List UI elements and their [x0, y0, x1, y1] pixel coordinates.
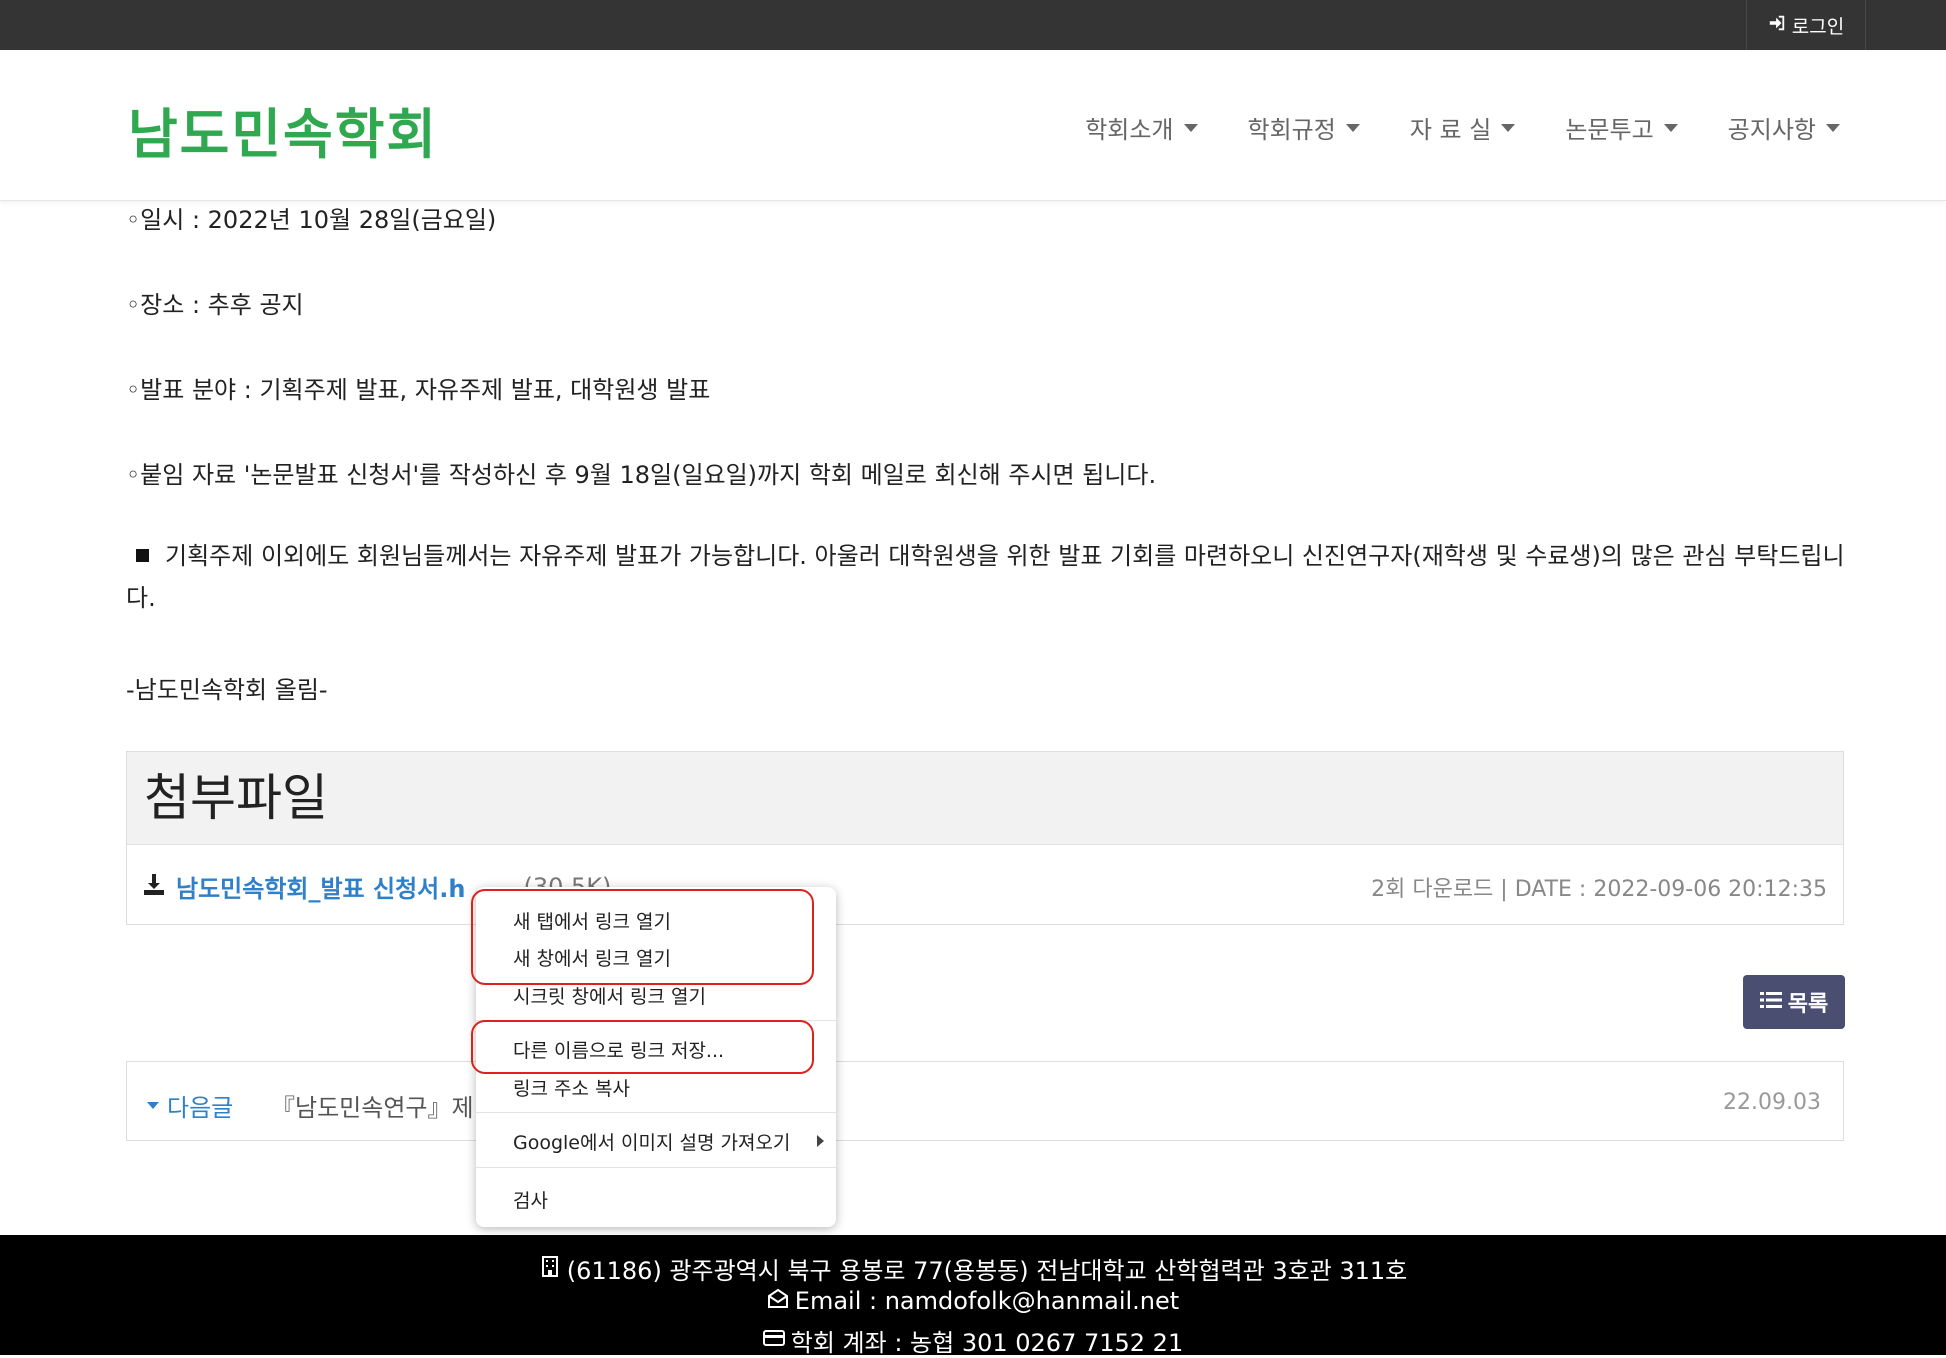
site-footer: (61186) 광주광역시 북구 용봉로 77(용봉동) 전남대학교 산학협력관… [0, 1235, 1946, 1358]
file-meta: 2회 다운로드 | DATE : 2022-09-06 20:12:35 [1371, 877, 1827, 902]
square-bullet-icon [136, 549, 149, 562]
next-post-box: 다음글 『남도민속연구』제 22.09.03 [126, 1061, 1844, 1141]
footer-email-text: Email : namdofolk@hanmail.net [794, 1287, 1180, 1315]
attach-line: ◦붙임 자료 '논문발표 신청서'를 작성하신 후 9월 18일(일요일)까지 … [126, 461, 1157, 489]
file-name: 남도민속학회_발표 신청서.h [176, 875, 466, 903]
place-line: ◦장소 : 추후 공지 [126, 291, 304, 319]
notice-paragraph: 기획주제 이외에도 회원님들께서는 자유주제 발표가 가능합니다. 아울러 대학… [126, 535, 1846, 619]
envelope-open-icon [767, 1287, 789, 1315]
nav-label: 논문투고 [1565, 116, 1654, 144]
ctx-separator [476, 1167, 836, 1168]
attachment-box: 첨부파일 남도민속학회_발표 신청서.h (30.5K) 2회 다운로드 | D… [126, 751, 1844, 925]
nav-label: 학회규정 [1247, 116, 1336, 144]
list-button-label: 목록 [1787, 992, 1829, 1017]
footer-address-text: (61186) 광주광역시 북구 용봉로 77(용봉동) 전남대학교 산학협력관… [566, 1257, 1408, 1285]
site-logo[interactable]: 남도민속학회 [128, 90, 438, 169]
nav-label: 자 료 실 [1409, 116, 1492, 144]
date-line: ◦일시 : 2022년 10월 28일(금요일) [126, 206, 497, 234]
caret-down-icon [1183, 123, 1198, 132]
next-post-date: 22.09.03 [1723, 1090, 1821, 1115]
next-post-label[interactable]: 다음글 [147, 1088, 233, 1123]
caret-down-icon [1345, 123, 1360, 132]
highlight-box-open-options [471, 889, 814, 985]
caret-down-icon [1826, 123, 1840, 132]
notice-text: 기획주제 이외에도 회원님들께서는 자유주제 발표가 가능합니다. 아울러 대학… [126, 542, 1845, 612]
nav-item-about[interactable]: 학회소개 [1085, 110, 1198, 145]
top-bar: 로그인 [0, 0, 1946, 50]
next-post-title[interactable]: 『남도민속연구』제 [271, 1088, 474, 1123]
footer-email: Email : namdofolk@hanmail.net [0, 1287, 1946, 1315]
ctx-separator [476, 1112, 836, 1113]
caret-down-icon [1663, 123, 1678, 132]
caret-down-icon [147, 1102, 159, 1109]
list-icon [1759, 990, 1782, 1015]
login-button[interactable]: 로그인 [1746, 0, 1866, 50]
building-icon [539, 1255, 561, 1283]
ctx-open-incognito[interactable]: 시크릿 창에서 링크 열기 [513, 982, 706, 1009]
main-nav: 학회소개 학회규정 자 료 실 논문투고 공지사항 [1035, 110, 1840, 145]
sign-in-icon [1768, 14, 1786, 37]
nav-label: 공지사항 [1727, 116, 1816, 144]
ctx-copy-link[interactable]: 링크 주소 복사 [513, 1074, 630, 1101]
nav-item-submission[interactable]: 논문투고 [1565, 110, 1678, 145]
footer-account: 학회 계좌 : 농협 301 0267 7152 21 [0, 1323, 1946, 1358]
footer-account-text: 학회 계좌 : 농협 301 0267 7152 21 [790, 1329, 1184, 1357]
nav-label: 학회소개 [1085, 116, 1174, 144]
site-header: 남도민속학회 학회소개 학회규정 자 료 실 논문투고 공지사항 [0, 50, 1946, 201]
ctx-inspect[interactable]: 검사 [513, 1186, 548, 1213]
credit-card-icon [762, 1327, 785, 1355]
caret-down-icon [1501, 123, 1516, 132]
footer-address: (61186) 광주광역시 북구 용봉로 77(용봉동) 전남대학교 산학협력관… [0, 1251, 1946, 1286]
submenu-arrow-icon [817, 1135, 824, 1147]
download-icon [142, 872, 166, 902]
nav-item-archive[interactable]: 자 료 실 [1410, 110, 1516, 145]
next-post-label-text: 다음글 [167, 1094, 234, 1122]
signature: -남도민속학회 올림- [126, 676, 328, 704]
ctx-google-image-description[interactable]: Google에서 이미지 설명 가져오기 [513, 1128, 790, 1155]
field-line: ◦발표 분야 : 기획주제 발표, 자유주제 발표, 대학원생 발표 [126, 376, 711, 404]
highlight-box-save-link [471, 1020, 814, 1074]
nav-item-notice[interactable]: 공지사항 [1728, 110, 1840, 145]
list-button[interactable]: 목록 [1743, 975, 1845, 1029]
attachment-row: 남도민속학회_발표 신청서.h (30.5K) 2회 다운로드 | DATE :… [127, 845, 1843, 925]
login-label: 로그인 [1791, 15, 1845, 38]
nav-item-rules[interactable]: 학회규정 [1248, 110, 1360, 145]
attachment-heading: 첨부파일 [127, 752, 1843, 845]
